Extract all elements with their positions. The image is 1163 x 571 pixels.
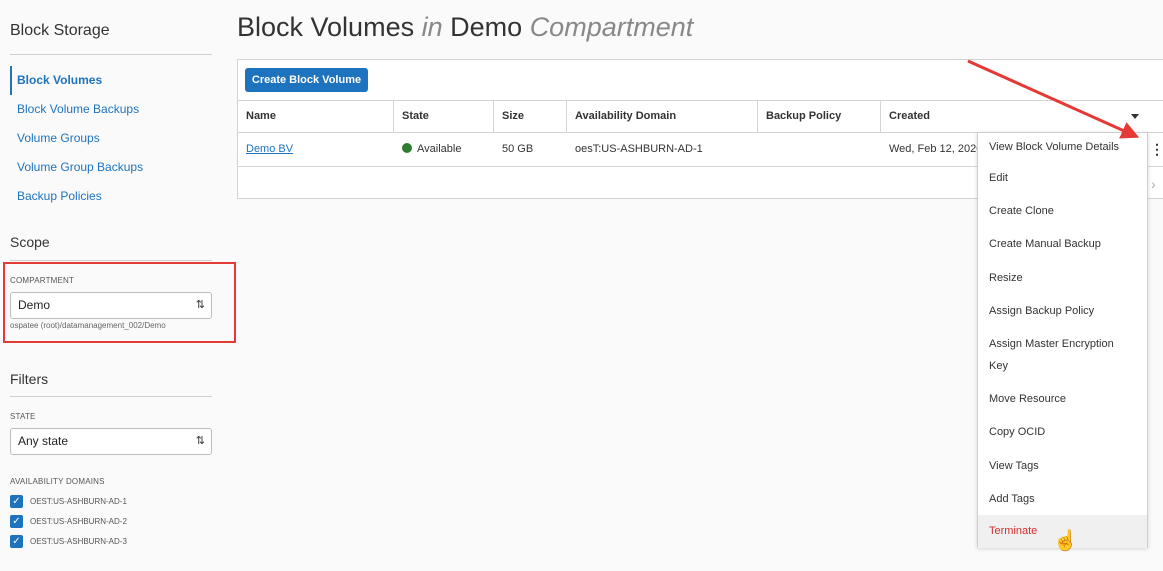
menu-item-view-tags[interactable]: View Tags <box>978 455 1147 477</box>
annotation-highlight-box <box>3 262 236 343</box>
ad-checkbox-1[interactable]: ✓ OEST:US-ASHBURN-AD-1 <box>10 494 127 508</box>
chevron-right-icon[interactable]: › <box>1151 176 1156 192</box>
menu-item-add-tags[interactable]: Add Tags <box>978 488 1147 510</box>
volume-backup-policy <box>758 133 881 166</box>
sidebar-nav: Block Volumes Block Volume Backups Volum… <box>10 66 215 211</box>
sidebar-item-volume-groups[interactable]: Volume Groups <box>10 124 215 153</box>
page-title-compartment: Demo <box>450 12 523 42</box>
sort-caret-icon[interactable] <box>1131 114 1139 119</box>
page-title-in: in <box>421 12 443 42</box>
sidebar-title: Block Storage <box>10 22 110 39</box>
state-value: Any state <box>18 434 69 448</box>
menu-item-view-details[interactable]: View Block Volume Details <box>978 136 1147 158</box>
table-header: Name State Size Availability Domain Back… <box>238 100 1163 133</box>
filters-heading: Filters <box>10 371 49 387</box>
column-header-state[interactable]: State <box>394 101 494 132</box>
menu-item-assign-master-encryption-key-line2[interactable]: Key <box>978 355 1147 377</box>
volume-state-text: Available <box>417 143 462 155</box>
row-actions-menu: View Block Volume Details Edit Create Cl… <box>977 132 1148 548</box>
menu-item-move-resource[interactable]: Move Resource <box>978 388 1147 410</box>
column-header-created[interactable]: Created <box>881 101 1163 132</box>
volume-size: 50 GB <box>502 143 534 155</box>
menu-item-create-manual-backup[interactable]: Create Manual Backup <box>978 233 1147 255</box>
state-select[interactable]: Any state ⇅ <box>10 428 212 455</box>
volume-name-link[interactable]: Demo BV <box>246 143 293 155</box>
hand-cursor-icon: ☝ <box>1053 530 1078 552</box>
ad-checkbox-2[interactable]: ✓ OEST:US-ASHBURN-AD-2 <box>10 514 127 528</box>
column-header-name[interactable]: Name <box>238 101 394 132</box>
menu-item-assign-backup-policy[interactable]: Assign Backup Policy <box>978 300 1147 322</box>
create-block-volume-button[interactable]: Create Block Volume <box>245 68 368 92</box>
menu-item-copy-ocid[interactable]: Copy OCID <box>978 421 1147 443</box>
page-title-main: Block Volumes <box>237 12 415 42</box>
sidebar-item-block-volume-backups[interactable]: Block Volume Backups <box>10 95 215 124</box>
ad-checkbox-label: OEST:US-ASHBURN-AD-1 <box>30 496 127 506</box>
checkbox-checked-icon[interactable]: ✓ <box>10 494 23 508</box>
status-available-icon <box>402 143 412 153</box>
ad-checkbox-label: OEST:US-ASHBURN-AD-3 <box>30 536 127 546</box>
divider <box>10 260 212 261</box>
scope-heading: Scope <box>10 234 50 250</box>
sidebar-item-backup-policies[interactable]: Backup Policies <box>10 182 215 211</box>
volume-created: Wed, Feb 12, 2020 <box>889 143 981 155</box>
checkbox-checked-icon[interactable]: ✓ <box>10 534 23 548</box>
sidebar-item-volume-group-backups[interactable]: Volume Group Backups <box>10 153 215 182</box>
ad-filter-label: AVAILABILITY DOMAINS <box>10 477 105 486</box>
column-header-availability-domain[interactable]: Availability Domain <box>567 101 758 132</box>
row-actions-kebab-icon[interactable]: ⋮ <box>1150 133 1163 166</box>
column-header-size[interactable]: Size <box>494 101 567 132</box>
volume-ad: oesT:US-ASHBURN-AD-1 <box>575 143 703 155</box>
menu-item-resize[interactable]: Resize <box>978 267 1147 289</box>
ad-checkbox-3[interactable]: ✓ OEST:US-ASHBURN-AD-3 <box>10 534 127 548</box>
page-title: Block Volumes in Demo Compartment <box>237 12 693 43</box>
sidebar: Block Storage Block Volumes Block Volume… <box>0 0 236 571</box>
menu-item-edit[interactable]: Edit <box>978 167 1147 189</box>
column-header-backup-policy[interactable]: Backup Policy <box>758 101 881 132</box>
divider <box>10 54 212 55</box>
divider <box>10 396 212 397</box>
ad-checkbox-label: OEST:US-ASHBURN-AD-2 <box>30 516 127 526</box>
updown-chevron-icon: ⇅ <box>195 435 205 447</box>
checkbox-checked-icon[interactable]: ✓ <box>10 514 23 528</box>
page-title-suffix: Compartment <box>529 12 694 42</box>
volume-state: Available <box>394 133 494 166</box>
state-filter-label: STATE <box>10 412 36 421</box>
menu-item-assign-master-encryption-key[interactable]: Assign Master Encryption <box>978 333 1147 355</box>
sidebar-item-block-volumes[interactable]: Block Volumes <box>10 66 215 95</box>
menu-item-create-clone[interactable]: Create Clone <box>978 200 1147 222</box>
